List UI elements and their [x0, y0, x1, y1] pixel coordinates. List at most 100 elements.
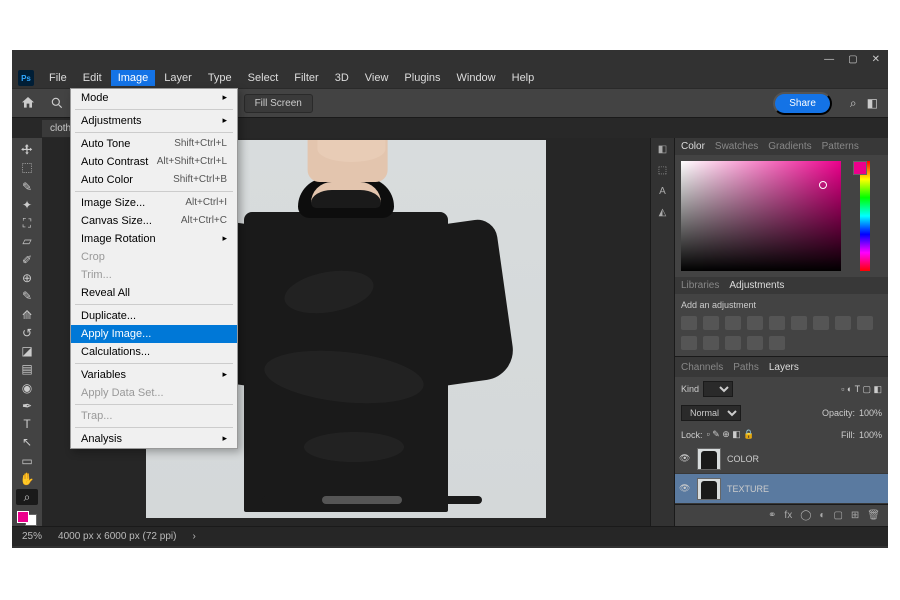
- eraser-tool-icon[interactable]: ◪: [16, 343, 38, 359]
- menu-calculations[interactable]: Calculations...: [71, 343, 237, 361]
- tab-libraries[interactable]: Libraries: [681, 280, 719, 291]
- color-picker[interactable]: [675, 155, 888, 277]
- panel-icon[interactable]: ◭: [659, 207, 667, 218]
- new-layer-icon[interactable]: ⊞: [851, 510, 859, 521]
- brush-tool-icon[interactable]: ✎: [16, 288, 38, 304]
- zoom-tool-icon[interactable]: ⌕: [16, 489, 38, 505]
- blur-tool-icon[interactable]: ◉: [16, 379, 38, 395]
- lasso-tool-icon[interactable]: ✎: [16, 179, 38, 195]
- pen-tool-icon[interactable]: ✒: [16, 398, 38, 414]
- kind-filter[interactable]: [703, 381, 733, 397]
- visibility-icon[interactable]: 👁: [679, 483, 691, 494]
- type-tool-icon[interactable]: T: [16, 416, 38, 432]
- gradient-tool-icon[interactable]: ▤: [16, 361, 38, 377]
- frame-tool-icon[interactable]: ▱: [16, 233, 38, 249]
- posterize-icon[interactable]: [725, 336, 741, 350]
- maximize-icon[interactable]: ▢: [848, 54, 857, 65]
- blend-mode-select[interactable]: Normal: [681, 405, 741, 421]
- menu-mode[interactable]: Mode: [71, 89, 237, 107]
- tab-patterns[interactable]: Patterns: [822, 141, 859, 152]
- zoom-tool-icon[interactable]: [50, 96, 64, 110]
- menu-image-size[interactable]: Image Size...Alt+Ctrl+I: [71, 194, 237, 212]
- hue-slider[interactable]: [860, 161, 870, 271]
- menu-image[interactable]: Image: [111, 70, 156, 86]
- layer-name[interactable]: TEXTURE: [727, 484, 769, 494]
- fill-value[interactable]: 100%: [859, 430, 882, 440]
- hue-icon[interactable]: [791, 316, 807, 330]
- heal-tool-icon[interactable]: ⊕: [16, 270, 38, 286]
- eyedropper-tool-icon[interactable]: ✐: [16, 252, 38, 268]
- app-logo[interactable]: Ps: [18, 70, 34, 86]
- stamp-tool-icon[interactable]: ⟰: [16, 306, 38, 322]
- menu-auto-color[interactable]: Auto ColorShift+Ctrl+B: [71, 171, 237, 189]
- delete-icon[interactable]: 🗑: [867, 510, 880, 521]
- layer-row[interactable]: 👁 COLOR: [675, 444, 888, 474]
- share-button[interactable]: Share: [773, 92, 832, 115]
- color-swatches[interactable]: [17, 511, 37, 526]
- layer-name[interactable]: COLOR: [727, 454, 759, 464]
- tab-channels[interactable]: Channels: [681, 362, 723, 373]
- search-icon[interactable]: ⌕: [850, 96, 857, 111]
- gradient-map-icon[interactable]: [769, 336, 785, 350]
- crop-tool-icon[interactable]: ⛶: [16, 215, 38, 231]
- menu-file[interactable]: File: [42, 70, 74, 86]
- curves-icon[interactable]: [725, 316, 741, 330]
- chevron-right-icon[interactable]: ›: [192, 531, 195, 542]
- vibrance-icon[interactable]: [769, 316, 785, 330]
- horizontal-scrollbar[interactable]: [262, 496, 482, 504]
- exposure-icon[interactable]: [747, 316, 763, 330]
- fill-screen-button[interactable]: Fill Screen: [244, 94, 313, 113]
- menu-view[interactable]: View: [358, 70, 396, 86]
- invert-icon[interactable]: [703, 336, 719, 350]
- adjustment-icon[interactable]: ◐: [819, 510, 825, 521]
- opacity-value[interactable]: 100%: [859, 408, 882, 418]
- menu-window[interactable]: Window: [450, 70, 503, 86]
- home-icon[interactable]: [20, 95, 36, 111]
- fg-color-swatch[interactable]: [17, 511, 29, 523]
- menu-select[interactable]: Select: [241, 70, 286, 86]
- mask-icon[interactable]: ◯: [800, 510, 811, 521]
- move-tool-icon[interactable]: [16, 142, 38, 158]
- menu-type[interactable]: Type: [201, 70, 239, 86]
- tab-adjustments[interactable]: Adjustments: [729, 280, 784, 291]
- tab-swatches[interactable]: Swatches: [715, 141, 758, 152]
- hand-tool-icon[interactable]: ✋: [16, 471, 38, 487]
- menu-apply-image[interactable]: Apply Image...: [71, 325, 237, 343]
- menu-adjustments[interactable]: Adjustments: [71, 112, 237, 130]
- channel-mixer-icon[interactable]: [857, 316, 873, 330]
- workspace-icon[interactable]: ◧: [867, 96, 878, 111]
- tab-layers[interactable]: Layers: [769, 362, 799, 373]
- folder-icon[interactable]: ▢: [833, 510, 842, 521]
- menu-filter[interactable]: Filter: [287, 70, 325, 86]
- menu-help[interactable]: Help: [505, 70, 542, 86]
- current-color-swatch[interactable]: [853, 161, 867, 175]
- fx-icon[interactable]: fx: [784, 510, 792, 521]
- saturation-field[interactable]: [681, 161, 841, 271]
- threshold-icon[interactable]: [747, 336, 763, 350]
- menu-3d[interactable]: 3D: [328, 70, 356, 86]
- shape-tool-icon[interactable]: ▭: [16, 453, 38, 469]
- layer-thumbnail[interactable]: [697, 448, 721, 470]
- panel-icon[interactable]: А: [659, 186, 666, 197]
- close-icon[interactable]: ✕: [872, 54, 880, 65]
- tab-color[interactable]: Color: [681, 141, 705, 152]
- menu-auto-contrast[interactable]: Auto ContrastAlt+Shift+Ctrl+L: [71, 153, 237, 171]
- menu-duplicate[interactable]: Duplicate...: [71, 307, 237, 325]
- marquee-tool-icon[interactable]: [16, 160, 38, 176]
- panel-icon[interactable]: ⬚: [658, 165, 667, 176]
- menu-image-rotation[interactable]: Image Rotation: [71, 230, 237, 248]
- history-tool-icon[interactable]: ↺: [16, 325, 38, 341]
- tab-paths[interactable]: Paths: [733, 362, 759, 373]
- layer-thumbnail[interactable]: [697, 478, 721, 500]
- lookup-icon[interactable]: [681, 336, 697, 350]
- zoom-level[interactable]: 25%: [22, 531, 42, 542]
- photo-filter-icon[interactable]: [835, 316, 851, 330]
- menu-auto-tone[interactable]: Auto ToneShift+Ctrl+L: [71, 135, 237, 153]
- menu-variables[interactable]: Variables: [71, 366, 237, 384]
- panel-icon[interactable]: ◧: [658, 144, 667, 155]
- menu-layer[interactable]: Layer: [157, 70, 199, 86]
- menu-analysis[interactable]: Analysis: [71, 430, 237, 448]
- brightness-icon[interactable]: [681, 316, 697, 330]
- levels-icon[interactable]: [703, 316, 719, 330]
- menu-canvas-size[interactable]: Canvas Size...Alt+Ctrl+C: [71, 212, 237, 230]
